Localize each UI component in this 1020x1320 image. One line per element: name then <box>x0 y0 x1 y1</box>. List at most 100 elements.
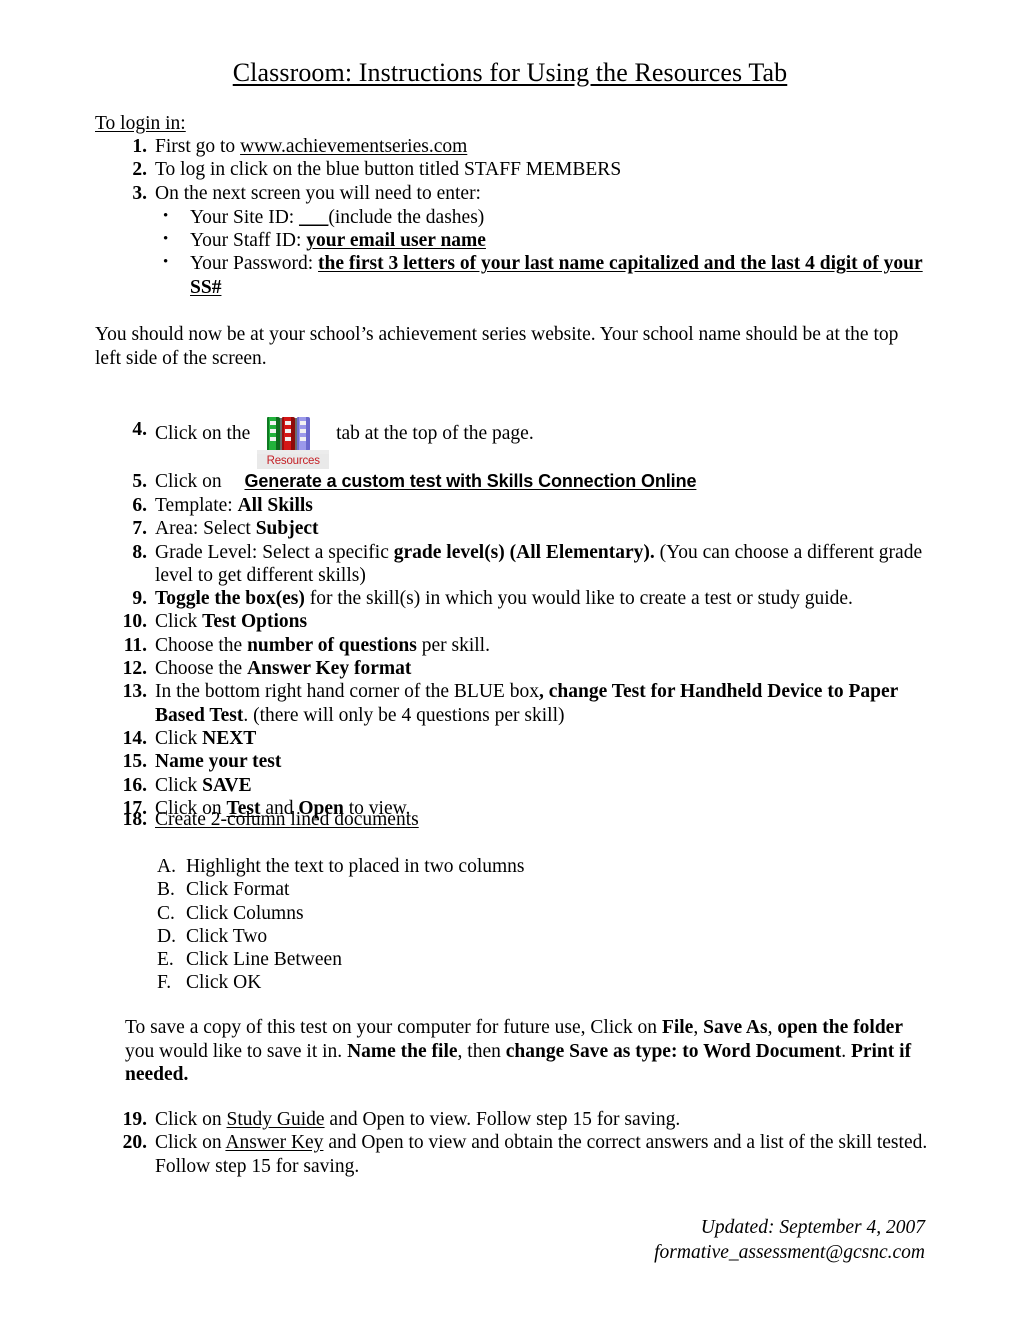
list-number: 16. <box>122 774 147 796</box>
step6-pre: Template: <box>155 495 238 516</box>
site-id-after: (include the dashes) <box>328 206 485 228</box>
list-item-step7: 7. Area: Select Subject <box>95 517 940 540</box>
save-as-label: Save As <box>703 1017 768 1038</box>
step8-pre: Grade Level: Select a specific <box>155 541 394 563</box>
step14-bold: NEXT <box>202 727 257 749</box>
list-letter: C. <box>157 902 175 924</box>
list-letter: E. <box>157 949 174 971</box>
step12-pre: Choose the <box>155 658 248 680</box>
bullet-dot-icon: • <box>163 254 169 271</box>
save-instructions-paragraph: To save a copy of this test on your comp… <box>125 1016 925 1087</box>
red-book-icon <box>282 417 296 451</box>
list-item-step11: 11. Choose the number of questions per s… <box>95 634 940 657</box>
save-p5: , then <box>457 1040 506 1062</box>
list-item-step16: 16. Click SAVE <box>95 774 940 797</box>
list-number: 10. <box>122 611 147 633</box>
steps-4-17-list: 4. Click on the Resources tab at the top… <box>95 408 940 820</box>
step5-pre: Click on <box>155 471 227 492</box>
save-p3: , <box>767 1017 778 1038</box>
step11-pre: Choose the <box>155 634 248 656</box>
save-as-type-label: change Save as type: to Word Document <box>505 1040 842 1062</box>
step19-post: and Open to view. Follow step 15 for sav… <box>324 1109 681 1130</box>
list-letter: F. <box>157 972 172 994</box>
staff-id-value: your email user name <box>306 230 486 252</box>
step12-bold: Answer Key format <box>247 658 412 680</box>
list-text: Area: Select Subject <box>155 517 940 540</box>
list-item-step15: 15. Name your test <box>95 750 940 773</box>
list-item: 3. On the next screen you will need to e… <box>95 182 935 205</box>
list-text: Grade Level: Select a specific grade lev… <box>155 541 940 588</box>
bullet-item: • Your Password: the first 3 letters of … <box>95 252 935 299</box>
list-item: C. Click Columns <box>95 902 940 925</box>
books-illustration <box>265 417 323 453</box>
step7-bold: Subject <box>255 518 319 540</box>
step11-bold: number of questions <box>247 634 417 656</box>
save-p6: . <box>841 1040 851 1062</box>
bullet-dot-icon: • <box>163 231 169 248</box>
staff-id-label: Your Staff ID: <box>190 230 307 252</box>
step14-pre: Click <box>155 727 203 749</box>
list-text: Click on Study Guide and Open to view. F… <box>155 1108 940 1131</box>
list-item-step9: 9. Toggle the box(es) for the skill(s) i… <box>95 587 940 610</box>
answer-key-link[interactable]: Answer Key <box>225 1132 323 1153</box>
step10-bold: Test Options <box>202 611 308 633</box>
list-text: In the bottom right hand corner of the B… <box>155 680 940 727</box>
list-item: B. Click Format <box>95 878 940 901</box>
bullet-item: • Your Staff ID: your email user name <box>95 229 935 252</box>
list-text: Choose the number of questions per skill… <box>155 634 940 657</box>
list-text: Click Columns <box>186 902 304 924</box>
list-text: To log in click on the blue button title… <box>155 159 622 181</box>
login-heading: To login in: <box>95 112 935 135</box>
list-text: Click NEXT <box>155 727 940 750</box>
list-item-step14: 14. Click NEXT <box>95 727 940 750</box>
list-text: Click Line Between <box>186 949 342 971</box>
document-page: Classroom: Instructions for Using the Re… <box>0 0 1020 1320</box>
study-guide-link[interactable]: Study Guide <box>227 1109 325 1130</box>
step11-post: per skill. <box>416 634 490 656</box>
achievementseries-link[interactable]: www.achievementseries.com <box>240 136 467 157</box>
list-number: 1. <box>132 136 147 157</box>
site-id-value: ___ <box>299 206 329 228</box>
list-text: On the next screen you will need to ente… <box>155 182 481 204</box>
list-number: 14. <box>122 727 147 749</box>
list-letter: D. <box>157 925 176 947</box>
list-letter: B. <box>157 879 175 901</box>
list-number: 12. <box>122 658 147 680</box>
list-item: A. Highlight the text to placed in two c… <box>95 855 940 878</box>
list-text: Click OK <box>186 972 262 994</box>
footer: Updated: September 4, 2007 formative_ass… <box>654 1215 925 1265</box>
list-item-step4: 4. Click on the Resources tab at the top… <box>95 408 940 469</box>
list-text: Click Format <box>186 879 290 901</box>
list-item: F. Click OK <box>95 971 940 994</box>
step13-pre: In the bottom right hand corner of the B… <box>155 681 539 703</box>
list-text: Click Two <box>186 925 268 947</box>
list-item: 2. To log in click on the blue button ti… <box>95 158 935 181</box>
list-text: Click on the Resources tab at the top of… <box>155 408 940 469</box>
page-title: Classroom: Instructions for Using the Re… <box>0 58 1020 88</box>
list-number: 5. <box>132 471 147 492</box>
list-text: Name your test <box>155 751 282 773</box>
list-text: Click SAVE <box>155 774 940 797</box>
skills-connection-link[interactable]: Generate a custom test with Skills Conne… <box>245 471 697 491</box>
step9-bold: Toggle the box(es) <box>155 588 305 610</box>
list-number: 19. <box>122 1109 147 1130</box>
bullet-dot-icon: • <box>163 207 169 224</box>
steps-1-3-list: 1. First go to www.achievementseries.com… <box>95 135 935 299</box>
list-item-step12: 12. Choose the Answer Key format <box>95 657 940 680</box>
list-number: 7. <box>132 518 147 540</box>
bullet-item: • Your Site ID: ___(include the dashes) <box>95 206 935 229</box>
list-item-step10: 10. Click Test Options <box>95 610 940 633</box>
save-p4: you would like to save it in. <box>125 1040 348 1062</box>
list-text: Click on Generate a custom test with Ski… <box>155 469 940 494</box>
page-title-text: Classroom: Instructions for Using the Re… <box>232 58 788 87</box>
list-letter: A. <box>157 856 176 877</box>
list-item-step19: 19. Click on Study Guide and Open to vie… <box>95 1108 940 1131</box>
list-text: Choose the Answer Key format <box>155 657 940 680</box>
step8-bold: grade level(s) (All Elementary). <box>393 541 655 563</box>
step18-heading: 18. Create 2-column lined documents <box>95 808 940 831</box>
list-number: 6. <box>132 495 147 516</box>
list-number: 2. <box>132 159 147 181</box>
step20-pre: Click on <box>155 1132 226 1154</box>
footer-updated-date: Updated: September 4, 2007 <box>700 1217 925 1238</box>
resources-tab-icon[interactable]: Resources <box>257 417 330 469</box>
